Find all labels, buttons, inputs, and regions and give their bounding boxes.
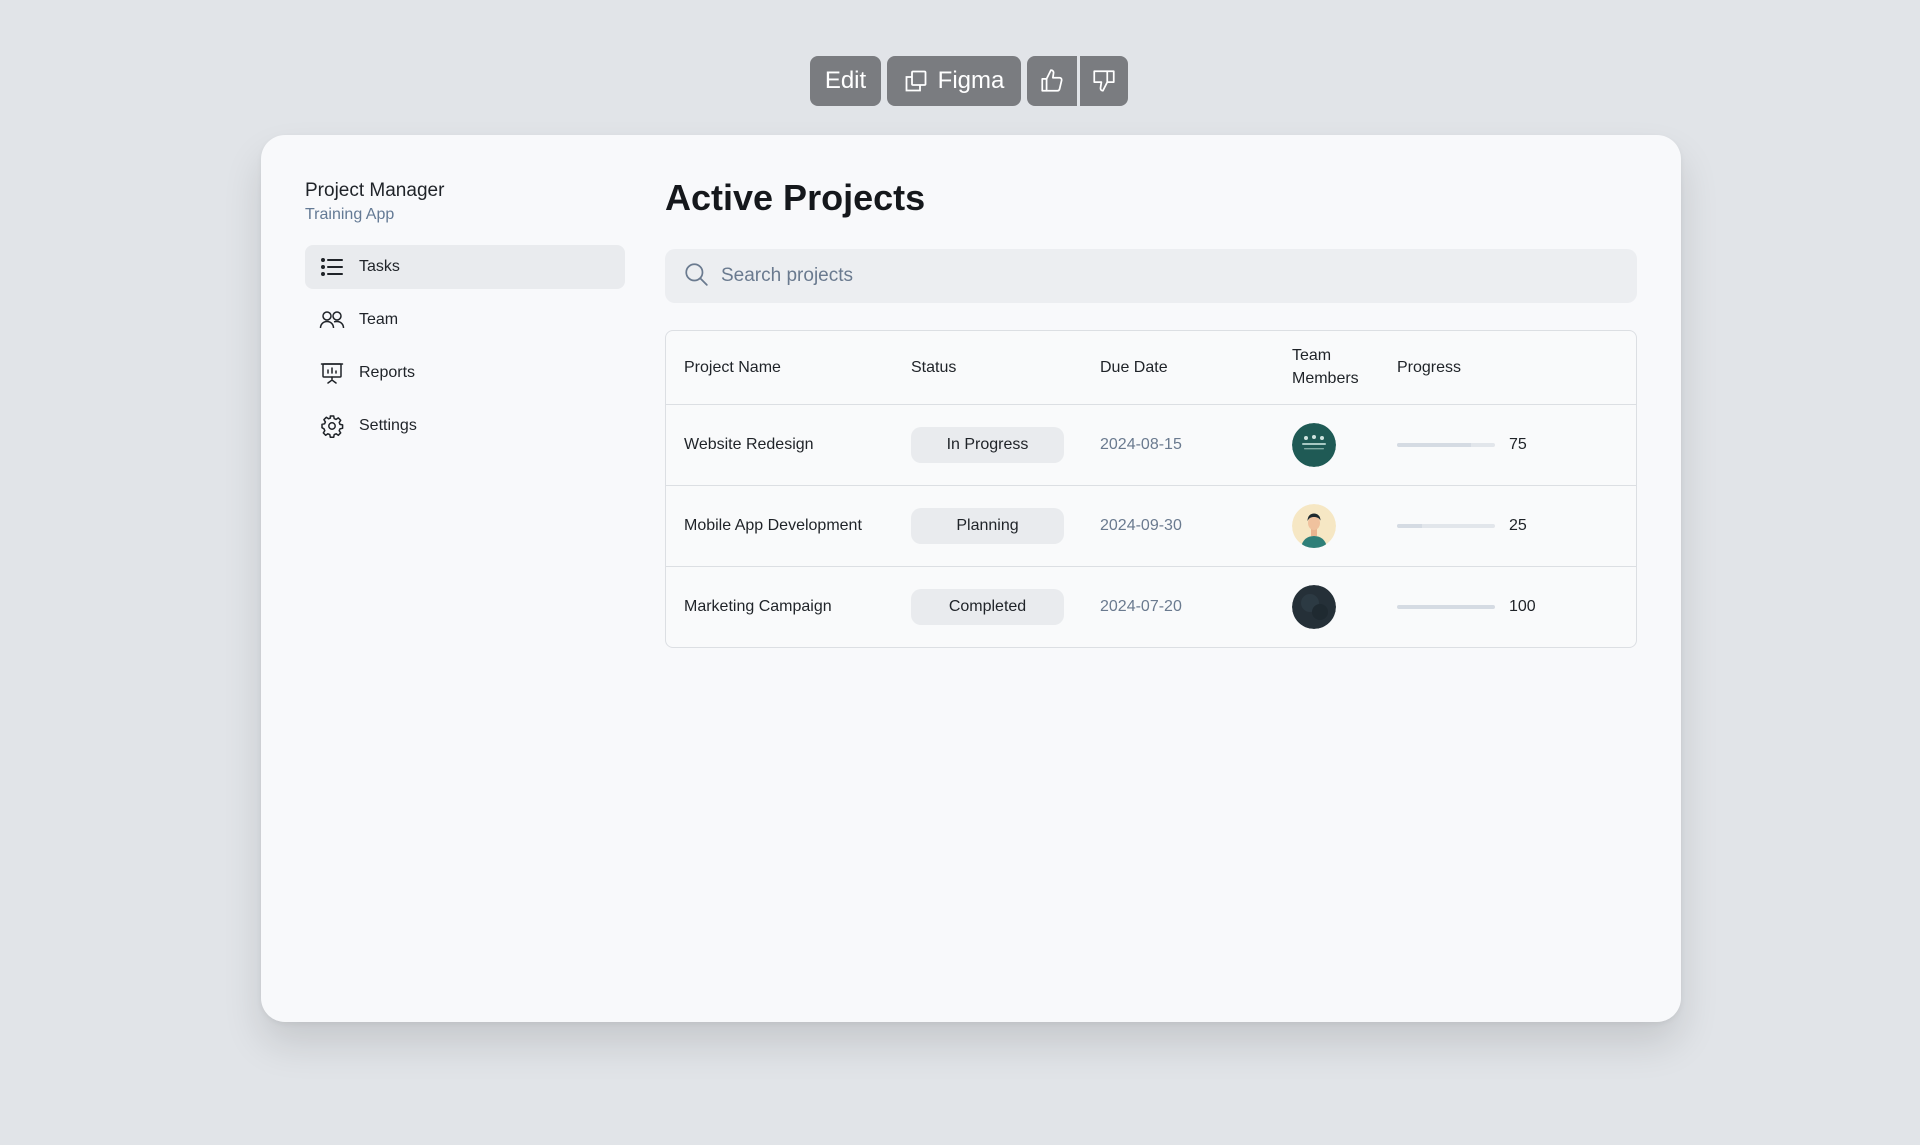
top-toolbar: Edit Figma: [810, 56, 1128, 106]
project-name: Website Redesign: [666, 404, 893, 486]
sidebar-item-label: Tasks: [359, 258, 400, 275]
progress-bar: [1397, 442, 1495, 447]
avatar[interactable]: [1292, 503, 1336, 548]
team-cell: [1274, 404, 1379, 486]
search-icon: [683, 261, 709, 292]
team-cell: [1274, 566, 1379, 647]
sidebar-item-label: Team: [359, 311, 399, 328]
sidebar-item-team[interactable]: Team: [305, 298, 625, 342]
header-due-date[interactable]: Due Date: [1082, 331, 1274, 405]
projects-table: Project Name Status Due Date Team Member…: [665, 330, 1637, 648]
progress-cell: 25: [1379, 485, 1636, 567]
status-cell: Planning: [893, 485, 1082, 567]
due-date: 2024-08-15: [1082, 404, 1274, 486]
status-badge: Planning: [911, 507, 1064, 544]
sidebar-item-reports[interactable]: Reports: [305, 351, 625, 395]
presentation-chart-icon: [319, 360, 345, 386]
project-name: Mobile App Development: [666, 485, 893, 567]
thumbs-down-icon: [1091, 68, 1117, 94]
progress-value: 75: [1509, 435, 1527, 453]
table-row[interactable]: Mobile App Development Planning 2024-09-…: [666, 485, 1636, 567]
page-title: Active Projects: [665, 177, 926, 218]
header-status[interactable]: Status: [893, 331, 1082, 405]
sidebar: Project Manager Training App Tasks Team …: [305, 177, 625, 457]
thumbs-down-button[interactable]: [1080, 56, 1128, 106]
thumbs-up-icon: [1039, 68, 1065, 94]
main-content: Active Projects Project Name Status Due …: [665, 175, 1637, 648]
sidebar-item-settings[interactable]: Settings: [305, 404, 625, 448]
progress-value: 25: [1509, 516, 1527, 534]
project-name: Marketing Campaign: [684, 597, 832, 615]
app-subtitle: Training App: [305, 206, 395, 223]
due-date: 2024-07-20: [1100, 597, 1182, 615]
table-row[interactable]: Website Redesign In Progress 2024-08-15: [666, 404, 1636, 486]
header-team-line2: Members: [1292, 370, 1359, 388]
progress-value: 100: [1509, 597, 1536, 615]
feedback-group: [1027, 56, 1128, 106]
status-badge: In Progress: [911, 426, 1064, 463]
table-row[interactable]: Marketing Campaign Completed 2024-07-20: [666, 566, 1636, 647]
sidebar-item-label: Reports: [359, 364, 416, 381]
figma-button-label: Figma: [937, 67, 1005, 94]
search-input[interactable]: [719, 264, 1579, 288]
copy-icon: [904, 69, 928, 93]
sidebar-item-label: Settings: [359, 417, 417, 434]
users-icon: [319, 307, 345, 333]
app-title: Project Manager: [305, 180, 445, 201]
progress-bar-fill: [1397, 442, 1471, 447]
figma-button[interactable]: Figma: [887, 56, 1021, 106]
header-progress[interactable]: Progress: [1379, 331, 1636, 405]
header-project-name[interactable]: Project Name: [666, 331, 893, 405]
list-icon: [319, 254, 345, 280]
search-bar[interactable]: [665, 249, 1637, 303]
header-team-line1: Team: [1292, 347, 1332, 365]
progress-bar: [1397, 604, 1495, 609]
thumbs-up-button[interactable]: [1027, 56, 1077, 106]
progress-cell: 75: [1379, 404, 1636, 486]
edit-button[interactable]: Edit: [810, 56, 881, 106]
app-card: Project Manager Training App Tasks Team …: [261, 135, 1681, 1022]
progress-bar-fill: [1397, 604, 1495, 609]
team-cell: [1274, 485, 1379, 567]
edit-button-label: Edit: [824, 67, 867, 94]
status-badge: Completed: [911, 588, 1064, 625]
sidebar-nav: Tasks Team Reports Settings: [305, 245, 625, 448]
table-header-row: Project Name Status Due Date Team Member…: [666, 331, 1636, 405]
avatar[interactable]: [1292, 584, 1336, 629]
avatar[interactable]: [1292, 422, 1336, 467]
status-cell: Completed: [893, 566, 1082, 647]
gear-icon: [319, 413, 345, 439]
progress-bar-fill: [1397, 523, 1422, 528]
sidebar-item-tasks[interactable]: Tasks: [305, 245, 625, 289]
status-cell: In Progress: [893, 404, 1082, 486]
progress-cell: 100: [1379, 566, 1636, 647]
progress-bar: [1397, 523, 1495, 528]
due-date: 2024-09-30: [1082, 485, 1274, 567]
header-team-members[interactable]: Team Members: [1274, 331, 1379, 405]
